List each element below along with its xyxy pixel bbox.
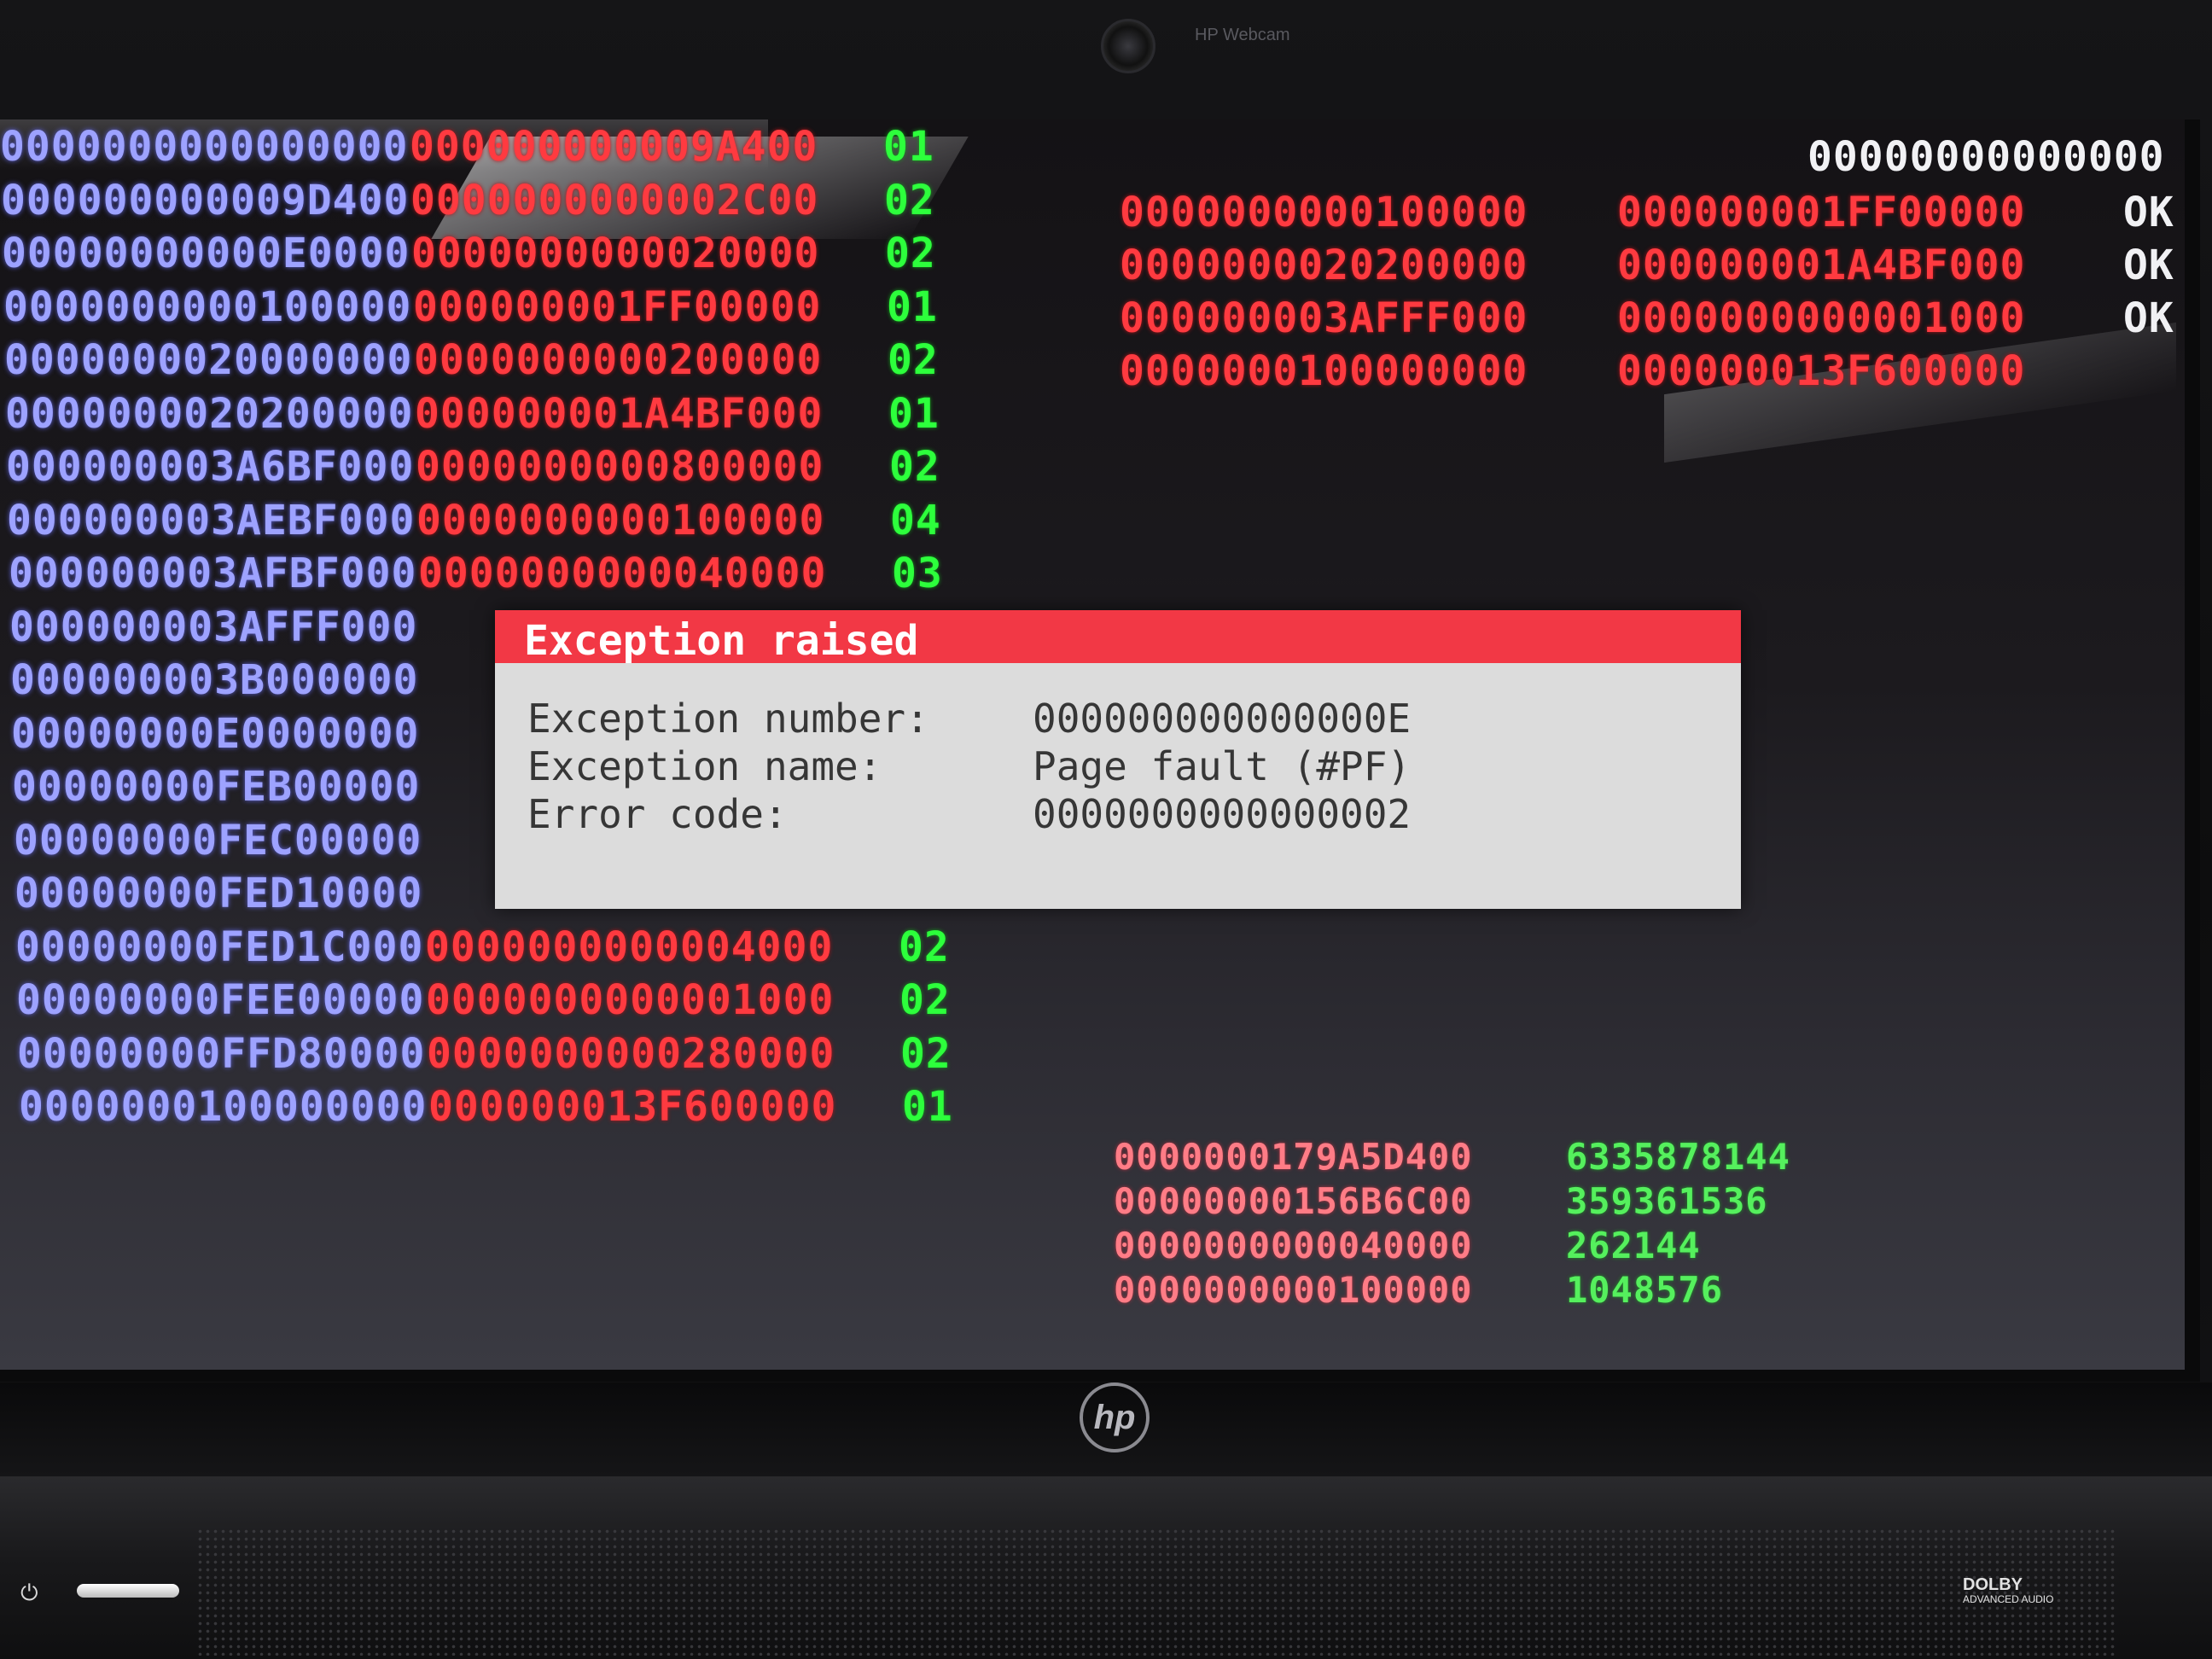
region-start-cell: 0000000020200000 — [1120, 242, 1528, 289]
memory-length-cell: 000000000009A400 — [410, 123, 818, 171]
exception-dialog: Exception raised Exception number: 00000… — [495, 610, 1741, 909]
dolby-badge: DOLBY ADVANCED AUDIO — [1963, 1575, 2053, 1605]
dolby-sub-label: ADVANCED AUDIO — [1963, 1593, 2054, 1605]
region-start-cell: 0000000000100000 — [1120, 189, 1528, 236]
memory-base-cell: 00000000FEC00000 — [14, 816, 422, 864]
memory-base-cell: 00000000E0000000 — [11, 709, 420, 758]
laptop-screen: 0000000000000000 000000000009A400 01 000000… — [0, 119, 2200, 1382]
memory-type-cell: 02 — [884, 176, 935, 224]
memory-type-cell: 02 — [885, 230, 936, 277]
memory-type-cell: 02 — [888, 336, 939, 384]
dolby-label: DOLBY — [1963, 1575, 2023, 1594]
memory-base-cell: 00000000FEE00000 — [16, 976, 425, 1024]
memory-length-cell: 0000000000100000 — [416, 496, 825, 544]
memory-length-cell: 0000000000040000 — [418, 550, 827, 597]
error-code-value: 0000000000000002 — [1033, 791, 1412, 837]
exception-name-value: Page fault (#PF) — [1033, 743, 1412, 789]
memory-base-cell: 0000000020000000 — [4, 336, 413, 384]
stats-hex-cell: 0000000179A5D400 — [1114, 1136, 1473, 1178]
memory-base-cell: 00000000FEB00000 — [12, 763, 421, 811]
region-start-cell: 0000000100000000 — [1120, 347, 1528, 395]
memory-type-cell: 02 — [899, 923, 950, 971]
error-code-label: Error code: — [527, 791, 788, 837]
memory-type-cell: 02 — [899, 976, 951, 1024]
memory-base-cell: 000000003A6BF000 — [6, 443, 415, 491]
memory-length-cell: 0000000000200000 — [414, 336, 823, 384]
memory-base-cell: 00000000FED10000 — [15, 870, 423, 917]
stats-decimal-cell: 262144 — [1566, 1225, 1701, 1266]
stats-decimal-cell: 1048576 — [1566, 1269, 1724, 1311]
dialog-title-bar: Exception raised — [495, 610, 1741, 665]
memory-base-cell: 0000000000000000 — [0, 123, 409, 171]
memory-type-cell: 04 — [890, 496, 941, 544]
memory-length-cell: 0000000000800000 — [416, 443, 824, 491]
memory-length-cell: 0000000000001000 — [426, 976, 835, 1024]
stats-decimal-cell: 6335878144 — [1566, 1136, 1790, 1178]
memory-base-cell: 00000000FED1C000 — [15, 923, 424, 971]
region-size-cell: 0000000000001000 — [1617, 294, 2026, 342]
region-size-cell: 000000001FF00000 — [1617, 189, 2026, 236]
region-status-cell: OK — [2123, 242, 2174, 289]
memory-type-cell: 03 — [892, 550, 943, 597]
memory-length-cell: 0000000000280000 — [427, 1029, 835, 1078]
speaker-grille — [196, 1528, 2116, 1656]
power-icon[interactable]: ⏻ — [20, 1580, 38, 1607]
memory-base-cell: 00000000000E0000 — [2, 230, 410, 277]
memory-length-cell: 000000013F600000 — [428, 1083, 837, 1131]
power-led — [77, 1584, 179, 1598]
exception-number-label: Exception number: — [527, 696, 929, 742]
memory-length-cell: 000000001A4BF000 — [415, 389, 824, 438]
memory-base-cell: 000000003AEBF000 — [7, 496, 416, 544]
memory-type-cell: 02 — [900, 1029, 952, 1078]
stats-decimal-cell: 359361536 — [1566, 1180, 1768, 1222]
exception-name-label: Exception name: — [527, 743, 882, 789]
memory-base-cell: 000000000009D400 — [1, 176, 410, 224]
region-status-cell: OK — [2123, 294, 2174, 342]
memory-base-cell: 000000003AFFF000 — [9, 602, 418, 651]
exception-number-value: 000000000000000E — [1033, 696, 1412, 742]
hp-logo: hp — [1080, 1382, 1150, 1452]
memory-base-cell: 0000000020200000 — [5, 389, 414, 438]
region-size-cell: 000000001A4BF000 — [1617, 242, 2026, 289]
memory-length-cell: 0000000000004000 — [425, 923, 834, 971]
memory-type-cell: 01 — [902, 1083, 953, 1131]
memory-base-cell: 000000003AFBF000 — [9, 550, 417, 597]
memory-length-cell: 000000001FF00000 — [413, 282, 822, 331]
stats-hex-cell: 0000000000100000 — [1114, 1269, 1473, 1311]
memory-base-cell: 0000000100000000 — [19, 1083, 428, 1131]
stats-hex-cell: 0000000000040000 — [1114, 1225, 1473, 1266]
memory-base-cell: 0000000000100000 — [3, 282, 412, 331]
memory-length-cell: 0000000000020000 — [411, 230, 820, 277]
memory-base-cell: 00000000FFD80000 — [17, 1029, 426, 1078]
memory-base-cell: 000000003B000000 — [10, 656, 419, 704]
region-table-header: 00000000000000 — [1807, 133, 2165, 181]
memory-type-cell: 02 — [889, 443, 940, 491]
memory-length-cell: 0000000000002C00 — [410, 176, 819, 224]
dialog-title: Exception raised — [524, 617, 919, 665]
stats-hex-cell: 00000000156B6C00 — [1114, 1180, 1473, 1222]
memory-type-cell: 01 — [887, 282, 938, 331]
webcam-icon — [1101, 19, 1155, 73]
region-start-cell: 000000003AFFF000 — [1120, 294, 1528, 342]
region-size-cell: 000000013F600000 — [1617, 347, 2026, 395]
webcam-label: HP Webcam — [1195, 26, 1290, 44]
memory-type-cell: 01 — [883, 123, 934, 171]
memory-type-cell: 01 — [888, 389, 940, 438]
region-status-cell: OK — [2123, 189, 2174, 236]
